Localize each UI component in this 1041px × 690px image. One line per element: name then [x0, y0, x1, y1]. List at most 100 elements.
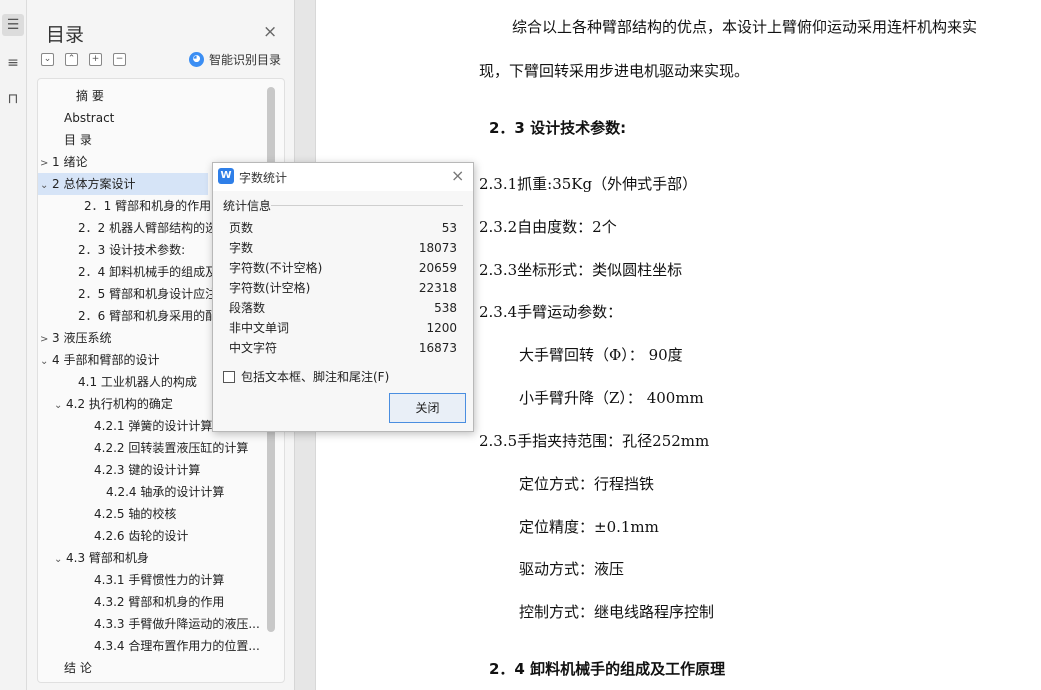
doc-heading: 2．4 卸料机械手的组成及工作原理: [489, 660, 726, 678]
stat-value: 1200: [426, 321, 457, 335]
toc-item-label: 2．3 设计技术参数:: [78, 243, 186, 257]
toc-item[interactable]: 摘 要: [38, 85, 270, 107]
toc-item-label: 4.2.3 键的设计计算: [94, 463, 201, 477]
doc-paragraph: 2.3.2自由度数：2个: [479, 218, 617, 236]
doc-paragraph: 2.3.3坐标形式：类似圆柱坐标: [479, 261, 683, 279]
stat-row: 页数 53: [229, 218, 457, 238]
doc-paragraph: 现，下臂回转采用步进电机驱动来实现。: [479, 62, 750, 80]
toc-item-label: 4.2.2 回转装置液压缸的计算: [94, 441, 249, 455]
chevron-right-icon: >: [40, 334, 49, 345]
toc-item[interactable]: 目 录: [38, 129, 270, 151]
toc-item-label: 4.2.1 弹簧的设计计算: [94, 419, 213, 433]
stat-value: 538: [434, 301, 457, 315]
toc-item-label: 1 绪论: [52, 155, 88, 169]
toc-item-label: 目 录: [64, 133, 92, 147]
toc-item[interactable]: ⌄ 2 总体方案设计: [38, 173, 208, 195]
doc-paragraph: 定位方式：行程挡铁: [519, 475, 655, 493]
toc-item[interactable]: 4.2.6 齿轮的设计: [38, 525, 270, 547]
doc-heading: 2．3 设计技术参数:: [489, 119, 627, 137]
smart-recognize-icon: ◕: [189, 52, 204, 67]
close-icon[interactable]: ×: [451, 166, 464, 185]
toc-item-label: 4 手部和臂部的设计: [52, 353, 160, 367]
toc-item-label: 2 总体方案设计: [52, 177, 136, 191]
doc-paragraph: 2.3.5手指夹持范围：孔径252mm: [479, 432, 710, 450]
toc-item-label: 3 液压系统: [52, 331, 112, 345]
bookmark-icon[interactable]: ⊓: [2, 88, 24, 110]
toc-item[interactable]: 4.2.2 回转装置液压缸的计算: [38, 437, 270, 459]
chevron-right-icon: >: [40, 158, 49, 169]
dialog-titlebar[interactable]: W 字数统计 ×: [213, 163, 473, 191]
doc-paragraph: 综合以上各种臂部结构的优点，本设计上臂俯仰运动采用连杆机构来实: [512, 18, 978, 36]
stat-row: 字符数(计空格) 22318: [229, 278, 457, 298]
toc-item-label: 2．1 臂部和机身的作用: [84, 199, 212, 213]
toc-icon[interactable]: ☰: [2, 14, 24, 36]
stat-label: 字数: [229, 241, 254, 255]
toc-item[interactable]: 4.3.2 臂部和机身的作用: [38, 591, 270, 613]
toc-item[interactable]: 4.3.1 手臂惯性力的计算: [38, 569, 270, 591]
toc-item[interactable]: 4.2.4 轴承的设计计算: [38, 481, 270, 503]
stat-value: 20659: [418, 261, 457, 275]
wps-logo-icon: W: [218, 168, 234, 184]
collapse-all-icon[interactable]: ⌄: [41, 53, 54, 66]
toc-item-label: 结 论: [64, 661, 92, 675]
chevron-down-icon: ⌄: [40, 180, 49, 191]
section-divider: [271, 205, 463, 206]
smart-toc-button[interactable]: ◕ 智能识别目录: [189, 51, 281, 68]
close-button[interactable]: 关闭: [389, 393, 466, 423]
toc-title: 目录: [46, 24, 85, 46]
toc-item-label: 4.3.4 合理布置作用力的位置...: [94, 639, 260, 653]
toc-item-label: 4.2.5 轴的校核: [94, 507, 177, 521]
stat-row: 中文字符 16873: [229, 338, 457, 358]
toc-item-label: 2．2 机器人臂部结构的选: [78, 221, 218, 235]
toc-item-label: 4.2.4 轴承的设计计算: [106, 485, 225, 499]
toc-item-label: 4.2.6 齿轮的设计: [94, 529, 189, 543]
toc-item[interactable]: 结 论: [38, 657, 270, 679]
toc-item-label: 2．5 臂部和机身设计应注: [78, 287, 218, 301]
stat-label: 字符数(不计空格): [229, 261, 323, 275]
toc-item[interactable]: Abstract: [38, 107, 270, 129]
toc-item[interactable]: ⌄ 4.3 臂部和机身: [38, 547, 270, 569]
stat-row: 非中文单词 1200: [229, 318, 457, 338]
toc-toolbar: ⌄ ⌃ + −: [41, 53, 126, 66]
stat-row: 段落数 538: [229, 298, 457, 318]
doc-paragraph: 驱动方式：液压: [519, 560, 625, 578]
doc-paragraph: 小手臂升降（Z）： 400mm: [519, 389, 704, 407]
close-icon[interactable]: ×: [263, 22, 277, 42]
stat-label: 中文字符: [229, 341, 278, 355]
toc-item[interactable]: 4.2.5 轴的校核: [38, 503, 270, 525]
smart-toc-label: 智能识别目录: [209, 53, 282, 67]
toc-item-label: 4.3.3 手臂做升降运动的液压...: [94, 617, 260, 631]
toc-item-label: 4.3 臂部和机身: [66, 551, 149, 565]
dialog-title: 字数统计: [239, 171, 288, 185]
toc-item[interactable]: 4.2.3 键的设计计算: [38, 459, 270, 481]
list-icon[interactable]: ≡: [2, 52, 24, 74]
doc-paragraph: 控制方式：继电线路程序控制: [519, 603, 715, 621]
stat-label: 页数: [229, 221, 254, 235]
toc-item-label: Abstract: [64, 111, 115, 125]
stat-row: 字数 18073: [229, 238, 457, 258]
doc-paragraph: 定位精度：±0.1mm: [519, 518, 659, 536]
stat-value: 53: [441, 221, 457, 235]
expand-icon[interactable]: ⌃: [65, 53, 78, 66]
add-level-icon[interactable]: +: [89, 53, 102, 66]
toc-item-label: 摘 要: [76, 89, 104, 103]
stat-row: 字符数(不计空格) 20659: [229, 258, 457, 278]
stat-value: 22318: [418, 281, 457, 295]
toc-item-label: 2．4 卸料机械手的组成及: [78, 265, 218, 279]
word-count-dialog: W 字数统计 × 统计信息 页数 53 字数 18073 字符数(不计空格) 2…: [212, 162, 474, 432]
toc-item-label: 4.3.2 臂部和机身的作用: [94, 595, 225, 609]
stats-section-label: 统计信息: [223, 199, 272, 213]
remove-level-icon[interactable]: −: [113, 53, 126, 66]
chevron-down-icon: ⌄: [54, 554, 63, 565]
checkbox-label: 包括文本框、脚注和尾注(F): [241, 370, 390, 384]
checkbox-box[interactable]: [223, 370, 235, 383]
left-icon-rail: ☰ ≡ ⊓: [0, 0, 27, 690]
stat-label: 段落数: [229, 301, 266, 315]
toc-item-label: 2．6 臂部和机身采用的配: [78, 309, 218, 323]
stat-label: 字符数(计空格): [229, 281, 311, 295]
stat-value: 16873: [418, 341, 457, 355]
toc-item[interactable]: 4.3.3 手臂做升降运动的液压...: [38, 613, 270, 635]
toc-item[interactable]: 4.3.4 合理布置作用力的位置...: [38, 635, 270, 657]
doc-paragraph: 2.3.4手臂运动参数：: [479, 303, 623, 321]
include-notes-checkbox[interactable]: 包括文本框、脚注和尾注(F): [223, 368, 389, 385]
